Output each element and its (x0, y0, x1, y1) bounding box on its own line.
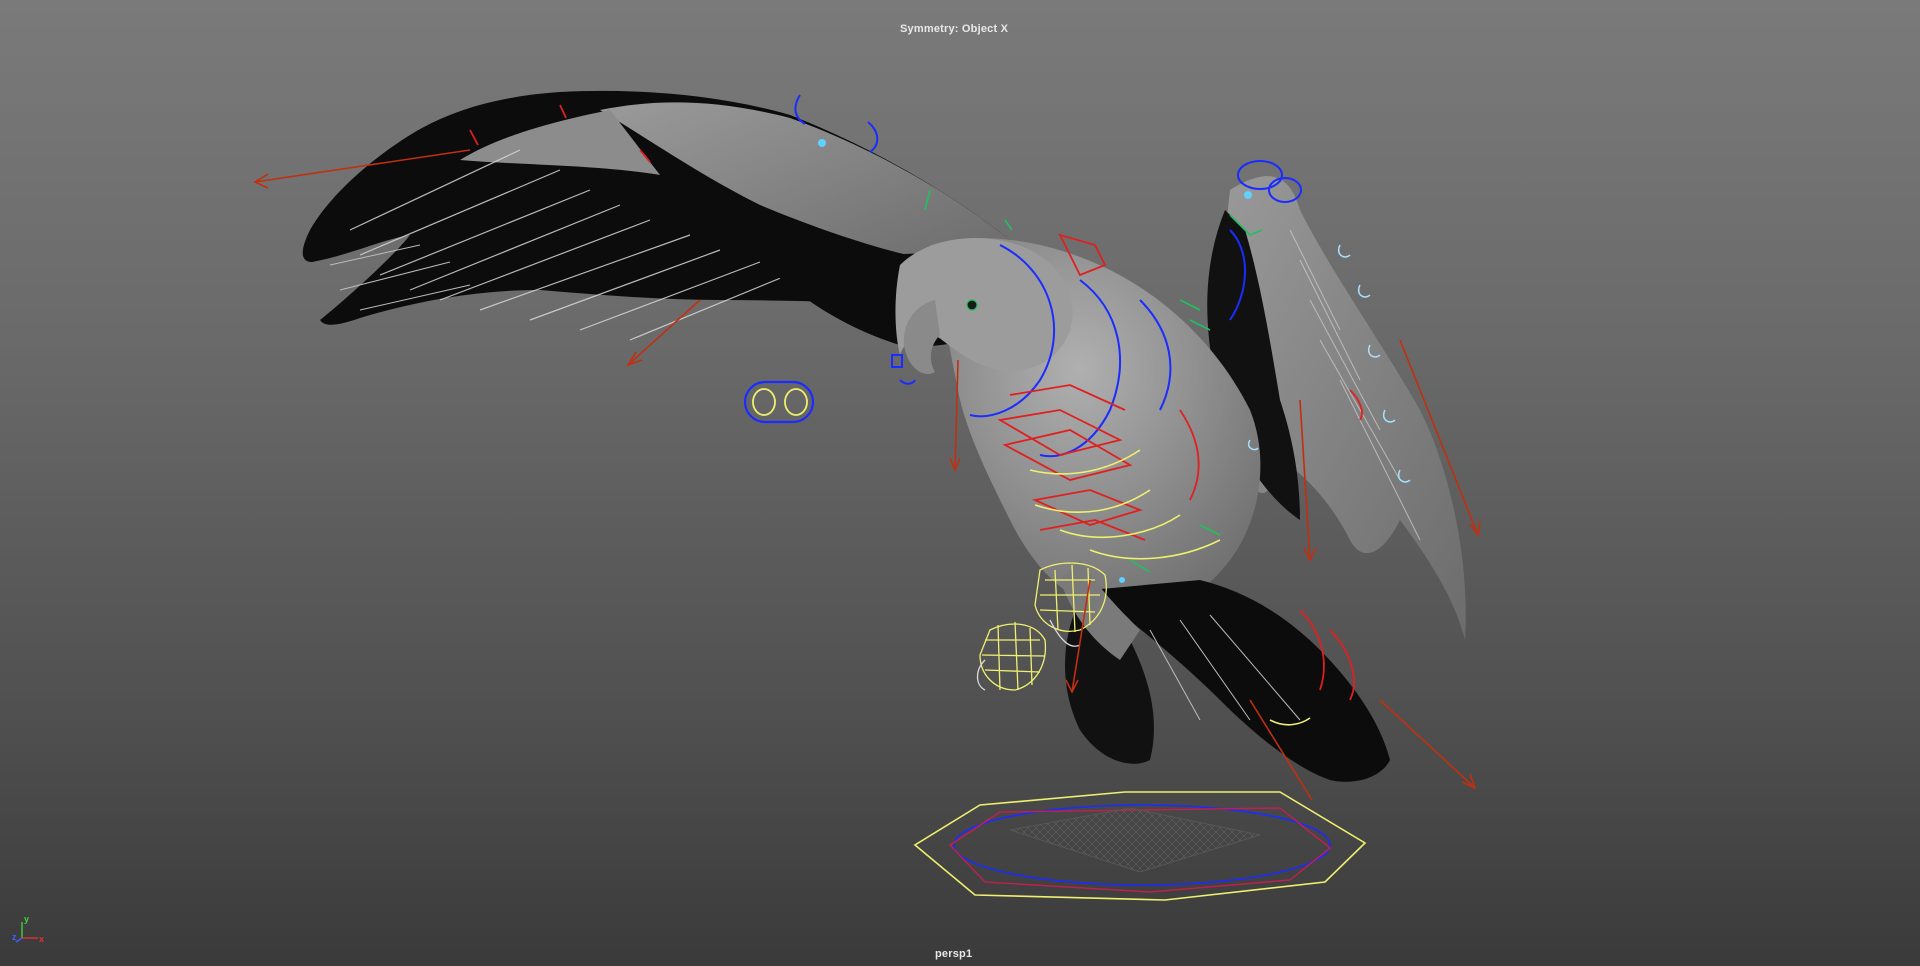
x-axis-label: x (39, 934, 44, 944)
camera-name-label: persp1 (935, 948, 973, 960)
z-axis-line (15, 937, 23, 943)
symmetry-status-label: Symmetry: Object X (900, 23, 1009, 35)
axis-orientation-gizmo: y x z (12, 914, 44, 944)
z-axis-label: z (12, 932, 17, 942)
scene-canvas[interactable] (0, 0, 1920, 966)
y-axis-label: y (24, 914, 29, 924)
world-controller[interactable] (913, 791, 1367, 901)
maya-perspective-viewport[interactable]: Symmetry: Object X persp1 y x z (0, 0, 1920, 966)
eye-look-controller[interactable] (743, 380, 815, 424)
